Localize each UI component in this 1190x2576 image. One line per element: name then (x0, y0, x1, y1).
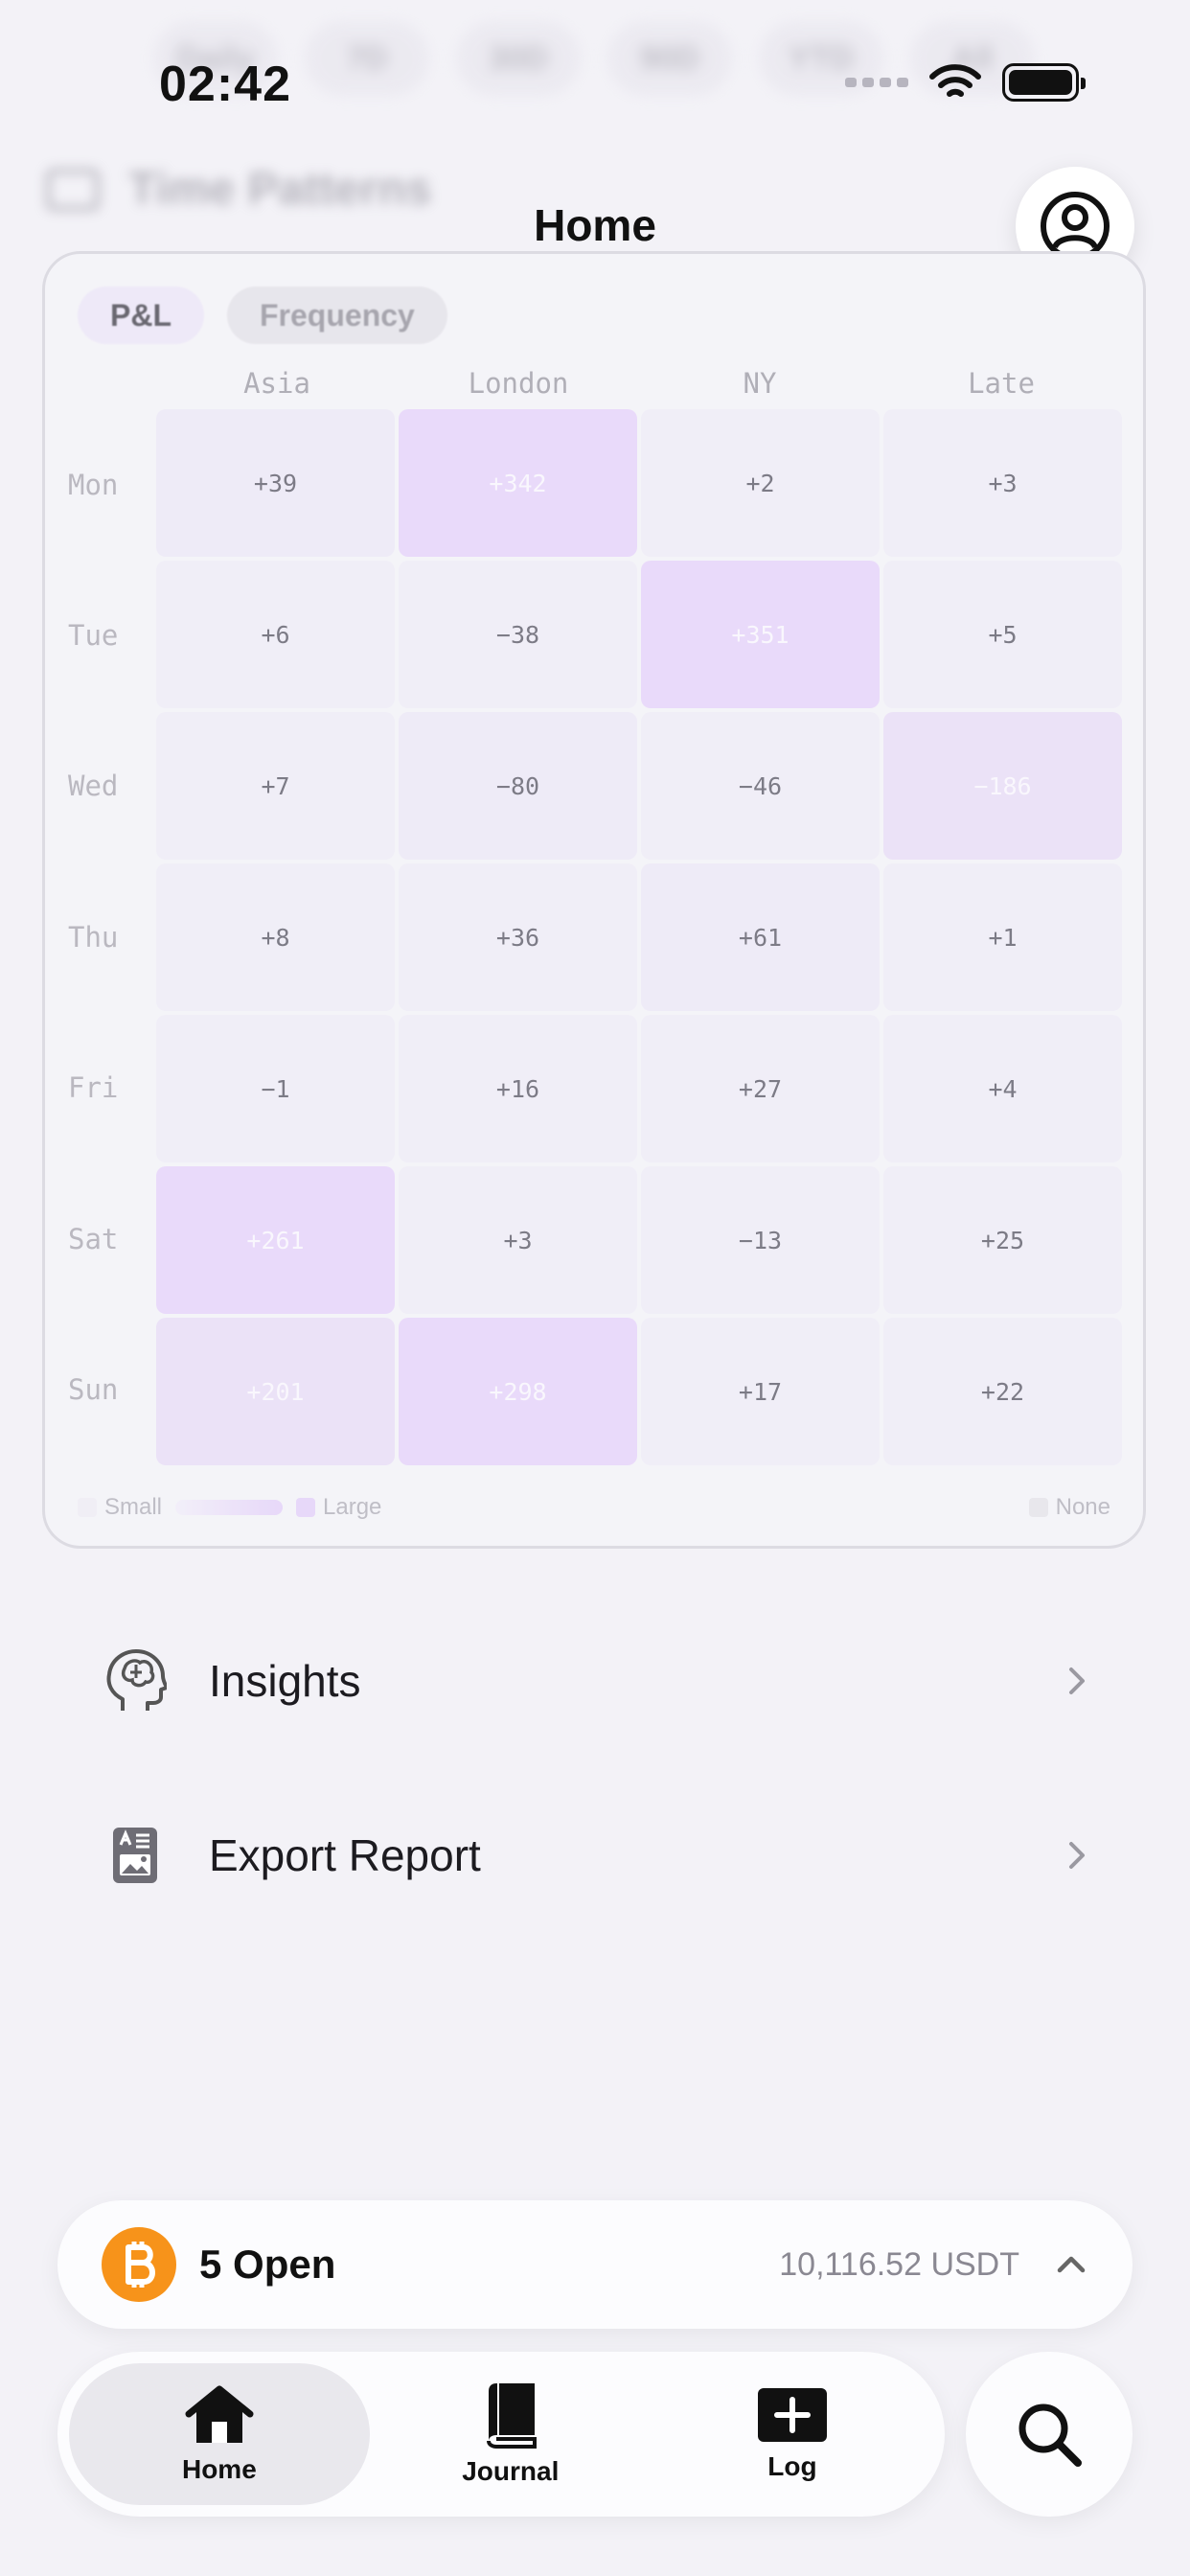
heatmap-cell[interactable]: +25 (883, 1166, 1122, 1314)
book-icon (486, 2383, 537, 2449)
insights-row[interactable]: Insights (100, 1633, 1096, 1729)
status-indicators (845, 63, 1086, 102)
heatmap-cell[interactable]: +39 (156, 409, 395, 557)
open-positions-label: 5 Open (199, 2242, 336, 2287)
day-labels: Mon Tue Wed Thu Fri Sat Sun (68, 409, 145, 1465)
tab-bar: Home Journal Log (57, 2352, 945, 2517)
heatmap-cell[interactable]: +201 (156, 1318, 395, 1465)
heatmap-cell[interactable]: +22 (883, 1318, 1122, 1465)
heatmap-cell[interactable]: +298 (399, 1318, 637, 1465)
tab-journal[interactable]: Journal (370, 2363, 652, 2505)
tab-log[interactable]: Log (652, 2363, 933, 2505)
heatmap-cell[interactable]: +1 (883, 863, 1122, 1011)
legend-small-label: Small (104, 1494, 163, 1520)
tab-journal-label: Journal (462, 2456, 560, 2486)
legend-swatch-large (296, 1498, 316, 1517)
heatmap-cell[interactable]: +6 (156, 561, 395, 708)
chevron-right-icon (1069, 1842, 1085, 1869)
period-chip: 30D (456, 21, 581, 96)
status-time: 02:42 (159, 57, 291, 112)
heatmap-cell[interactable]: −1 (156, 1015, 395, 1162)
tab-pnl[interactable]: P&L (78, 287, 204, 344)
heatmap-cell[interactable]: +4 (883, 1015, 1122, 1162)
row-label: Sat (68, 1222, 119, 1255)
heatmap-cell[interactable]: +351 (641, 561, 880, 708)
page-title: Home (534, 200, 656, 250)
tab-frequency[interactable]: Frequency (227, 287, 447, 344)
heatmap-cell[interactable]: +27 (641, 1015, 880, 1162)
heatmap-cell[interactable]: +2 (641, 409, 880, 557)
legend-large-label: Large (323, 1494, 382, 1520)
column-header: London (468, 367, 569, 400)
brain-head-icon (100, 1645, 171, 1716)
row-label: Wed (68, 770, 119, 803)
session-headers: Asia London NY Late (156, 367, 1122, 400)
row-label: Tue (68, 619, 119, 653)
plus-square-icon (757, 2388, 827, 2442)
legend-swatch-none (1028, 1498, 1048, 1517)
column-header: Late (968, 367, 1035, 400)
column-header: Asia (243, 367, 310, 400)
insights-label: Insights (209, 1656, 361, 1706)
tab-home[interactable]: Home (69, 2363, 370, 2505)
search-button[interactable] (966, 2352, 1133, 2517)
period-chip: 90D (607, 21, 732, 96)
heatmap-legend: Small Large None (78, 1488, 1110, 1527)
heatmap-cell[interactable]: +7 (156, 712, 395, 860)
heatmap-cell[interactable]: +261 (156, 1166, 395, 1314)
row-label: Fri (68, 1071, 119, 1105)
heatmap-cell[interactable]: +17 (641, 1318, 880, 1465)
heatmap-cell[interactable]: −80 (399, 712, 637, 860)
heatmap-grid: +39 +342 +2 +3 +6 −38 +351 +5 +7 −80 −46… (156, 409, 1122, 1465)
heatmap-cell[interactable]: +5 (883, 561, 1122, 708)
chevron-up-icon (1057, 2256, 1086, 2273)
heatmap-cell[interactable]: +8 (156, 863, 395, 1011)
row-label: Sun (68, 1373, 119, 1407)
legend-swatch-small (78, 1498, 97, 1517)
legend-gradient (175, 1500, 284, 1515)
bitcoin-icon (102, 2227, 176, 2302)
heatmap-cell[interactable]: +3 (399, 1166, 637, 1314)
heatmap-cell[interactable]: +16 (399, 1015, 637, 1162)
heatmap-cell[interactable]: −46 (641, 712, 880, 860)
heatmap-cell[interactable]: −38 (399, 561, 637, 708)
column-header: NY (743, 367, 777, 400)
open-positions-bar[interactable]: 5 Open 10,116.52 USDT (57, 2200, 1133, 2329)
metric-segmented-control: P&L Frequency (78, 287, 447, 344)
tab-home-label: Home (181, 2454, 257, 2484)
wifi-icon (929, 64, 981, 97)
heatmap-cell[interactable]: +61 (641, 863, 880, 1011)
cellular-signal-icon (845, 78, 908, 87)
open-positions-amount: 10,116.52 USDT (779, 2245, 1019, 2283)
tab-log-label: Log (767, 2451, 817, 2481)
row-label: Mon (68, 468, 119, 501)
heatmap-cell[interactable]: −186 (883, 712, 1122, 860)
export-report-row[interactable]: Export Report (100, 1807, 1096, 1903)
heatmap-cell[interactable]: +342 (399, 409, 637, 557)
time-patterns-card: P&L Frequency Asia London NY Late Mon Tu… (42, 251, 1146, 1549)
report-document-icon (100, 1820, 171, 1891)
legend-none-label: None (1055, 1494, 1110, 1520)
search-icon (1018, 2404, 1082, 2467)
battery-icon (1002, 63, 1086, 102)
house-icon (185, 2385, 254, 2443)
heatmap-cell[interactable]: −13 (641, 1166, 880, 1314)
export-report-label: Export Report (209, 1830, 481, 1880)
heatmap-cell[interactable]: +36 (399, 863, 637, 1011)
period-chip: 7D (305, 21, 429, 96)
heatmap-cell[interactable]: +3 (883, 409, 1122, 557)
chevron-right-icon (1069, 1668, 1085, 1694)
row-label: Thu (68, 920, 119, 954)
